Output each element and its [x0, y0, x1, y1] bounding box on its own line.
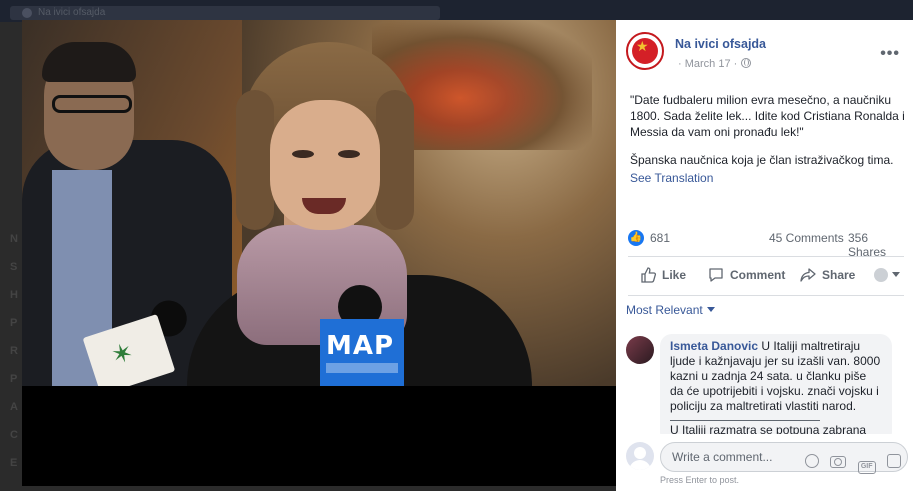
- divider: [628, 256, 904, 257]
- page-name-link[interactable]: Na ivici ofsajda: [675, 37, 766, 51]
- post-counts: 👍 681 45 Comments 356 Shares: [628, 228, 908, 259]
- chevron-down-icon: [706, 307, 715, 312]
- commenter-avatar[interactable]: [626, 336, 654, 364]
- divider: [628, 295, 904, 296]
- comment-rule: [670, 420, 820, 421]
- comment-button[interactable]: Comment: [708, 266, 785, 284]
- share-label: Share: [822, 268, 856, 282]
- globe-icon[interactable]: [741, 58, 752, 68]
- post-side-panel: ★ Na ivici ofsajda · March 17 · ••• "Dat…: [616, 20, 913, 491]
- more-options-icon[interactable]: •••: [880, 46, 900, 62]
- photo-woman-eye-right: [338, 150, 360, 158]
- mic-label: MAP: [326, 331, 395, 361]
- comment-input[interactable]: Write a comment... GIF: [660, 442, 908, 474]
- camera-icon[interactable]: [830, 456, 847, 468]
- post-actions: Like Comment Share: [628, 260, 908, 290]
- comment-sort-dropdown[interactable]: Most Relevant: [626, 303, 715, 317]
- sticker-icon[interactable]: [887, 454, 901, 468]
- photo-man-glasses: [52, 95, 132, 113]
- comment-sort-label: Most Relevant: [626, 303, 703, 317]
- reaction-count[interactable]: 681: [650, 231, 670, 245]
- share-arrow-icon: [800, 267, 816, 283]
- comment-bubble: Ismeta Danovic U Italiji maltretiraju lj…: [660, 334, 892, 444]
- share-button[interactable]: Share: [800, 266, 855, 284]
- photo-map-microphone: MAP: [314, 285, 404, 386]
- like-button[interactable]: Like: [640, 266, 686, 284]
- gif-icon[interactable]: GIF: [857, 461, 876, 474]
- post-paragraph: Španska naučnica koja je član istraživač…: [630, 153, 894, 167]
- post-date-link[interactable]: March 17: [685, 58, 731, 70]
- post-body: "Date fudbaleru milion evra mesečno, a n…: [630, 92, 910, 186]
- browser-top-bar: Na ivici ofsajda: [0, 0, 913, 22]
- comment-input-placeholder: Write a comment...: [672, 450, 773, 464]
- browser-tab-title: Na ivici ofsajda: [38, 7, 106, 18]
- comment-bubble-icon: [708, 267, 724, 283]
- chevron-down-icon: [892, 272, 900, 277]
- tab-favicon-icon: [22, 8, 32, 18]
- post-paragraph: "Date fudbaleru milion evra mesečno, a n…: [630, 93, 905, 139]
- dot-separator-right: ·: [730, 58, 738, 70]
- press-enter-hint: Press Enter to post.: [660, 475, 740, 485]
- dot-separator-left: ·: [678, 58, 685, 70]
- comment-composer: Write a comment... GIF Press Enter to po…: [616, 434, 913, 491]
- post-meta: · March 17 ·: [678, 58, 752, 70]
- avatar-body: [629, 460, 651, 470]
- comments-count-link[interactable]: 45 Comments: [769, 231, 844, 245]
- see-translation-link[interactable]: See Translation: [630, 170, 910, 186]
- emoji-icon[interactable]: [804, 454, 819, 468]
- commenter-name-link[interactable]: Ismeta Danovic: [670, 339, 758, 353]
- page-avatar[interactable]: ★: [626, 32, 664, 70]
- comment-label: Comment: [730, 268, 786, 282]
- composer-icons: GIF: [797, 450, 901, 474]
- thumbs-up-outline-icon: [640, 267, 657, 283]
- post-photo[interactable]: ✶ MAP: [22, 20, 616, 386]
- photo-woman-hair-right: [376, 90, 414, 230]
- profile-placeholder-icon: [874, 268, 888, 282]
- photo-woman-hair-left: [236, 90, 274, 230]
- photo-woman-eye-left: [292, 150, 314, 158]
- photo-viewer[interactable]: ✶ MAP: [22, 20, 616, 486]
- shares-count-link[interactable]: 356 Shares: [848, 231, 908, 259]
- star-icon: ★: [636, 38, 649, 54]
- mic-sub-label: [326, 363, 398, 373]
- user-avatar: [626, 442, 654, 470]
- post-header: ★ Na ivici ofsajda · March 17 · •••: [626, 32, 906, 82]
- photo-man-hair: [42, 42, 136, 82]
- like-label: Like: [662, 268, 687, 282]
- thumbs-up-icon: 👍: [628, 230, 644, 246]
- avatar-head: [634, 447, 646, 459]
- browser-tab[interactable]: Na ivici ofsajda: [10, 6, 440, 20]
- post-as-selector[interactable]: [874, 268, 904, 282]
